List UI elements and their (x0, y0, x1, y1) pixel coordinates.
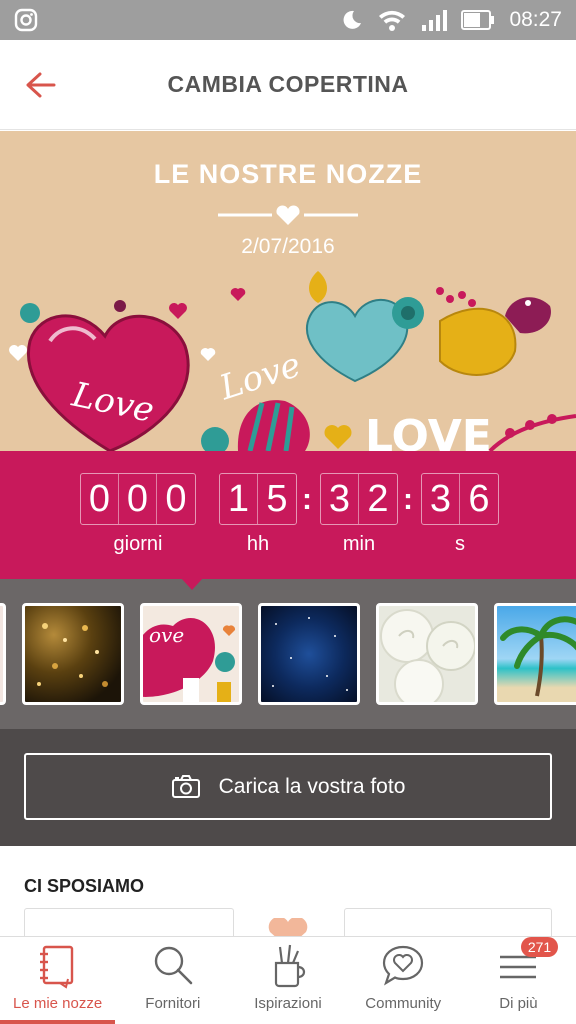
countdown-days: 0 0 0 (80, 473, 196, 525)
days-digit: 0 (119, 474, 157, 524)
section-title: CI SPOSIAMO (24, 876, 145, 896)
bokeh-dots (37, 623, 108, 687)
countdown-seconds: 3 6 (421, 473, 499, 525)
battery-icon (461, 9, 495, 31)
thumbnail-golden-bokeh[interactable] (22, 603, 124, 705)
art-love-2: Love (214, 345, 306, 409)
days-digit: 0 (165, 478, 187, 520)
nav-di-piu[interactable]: 271 Di più (461, 937, 576, 1024)
minutes-digit: 3 (321, 474, 359, 524)
countdown-hours: 1 5 (219, 473, 297, 525)
thumbnail-partial[interactable] (0, 603, 6, 705)
upload-photo-label: Carica la vostra foto (218, 774, 406, 798)
screen: 08:27 CAMBIA COPERTINA LE NOSTRE NOZZE 2… (0, 0, 576, 1024)
chat-heart-icon (383, 945, 424, 986)
thumbnail-starry-sky[interactable] (258, 603, 360, 705)
countdown-minutes: 3 2 (320, 473, 398, 525)
cover-thumbnail-strip[interactable]: ove (0, 579, 576, 729)
notification-badge: 271 (520, 937, 559, 957)
days-digit: 0 (81, 474, 119, 524)
nav-fornitori[interactable]: Fornitori (115, 937, 230, 1024)
seconds-digit: 3 (422, 474, 460, 524)
bottom-navigation: Le mie nozze Fornitori Ispirazioni Commu… (0, 936, 576, 1024)
thumbnail-white-roses[interactable] (376, 603, 478, 705)
seconds-label: s (455, 533, 465, 555)
palm-tree (500, 616, 576, 697)
seconds-digit: 6 (468, 478, 490, 520)
arrow-left-icon (26, 72, 56, 97)
hours-digit: 5 (266, 478, 288, 520)
cover-preview: LE NOSTRE NOZZE 2/07/2016 Love Love LOVE (0, 131, 576, 451)
love-doodle-illustration: Love Love LOVE (9, 271, 576, 451)
nav-label: Fornitori (145, 995, 201, 1012)
stars (272, 617, 348, 691)
upload-photo-button[interactable]: Carica la vostra foto (24, 753, 552, 820)
heart-divider-icon (218, 205, 358, 225)
hours-digit: 1 (220, 474, 258, 524)
nav-le-mie-nozze[interactable]: Le mie nozze (0, 937, 116, 1024)
ci-sposiamo-section: CI SPOSIAMO (0, 846, 576, 948)
back-button[interactable] (0, 40, 80, 130)
instagram-icon (14, 8, 38, 32)
brush-cup-icon (274, 944, 306, 988)
thumbnail-tropical-beach[interactable] (494, 603, 576, 705)
camera-icon (171, 774, 200, 798)
nav-label: Ispirazioni (254, 995, 322, 1012)
thumbnail-love-doodles[interactable]: ove (140, 603, 242, 705)
wifi-icon (377, 8, 407, 32)
selected-pointer (181, 579, 203, 590)
search-icon (154, 946, 193, 985)
moon-icon (339, 8, 363, 32)
minutes-label: min (342, 533, 376, 555)
upload-area: Carica la vostra foto (0, 729, 576, 846)
cover-divider (0, 203, 576, 227)
art-love-3: LOVE (365, 411, 492, 451)
notebook-icon (39, 945, 73, 989)
nav-ispirazioni[interactable]: Ispirazioni (230, 937, 345, 1024)
roses (380, 609, 475, 702)
countdown-separator: : (403, 483, 413, 516)
love-doodle-thumb: ove (143, 618, 236, 702)
days-label: giorni (113, 533, 163, 555)
nav-label: Di più (499, 995, 538, 1012)
nav-label: Le mie nozze (12, 995, 103, 1012)
countdown: 0 0 0 1 5 : 3 2 : 3 6 giorni hh min s (0, 451, 576, 579)
status-bar: 08:27 (0, 0, 576, 40)
minutes-digit: 2 (367, 478, 389, 520)
app-bar: CAMBIA COPERTINA (0, 40, 576, 130)
page-title: CAMBIA COPERTINA (167, 71, 409, 97)
hours-label: hh (246, 533, 270, 555)
countdown-separator: : (302, 483, 312, 516)
signal-icon (421, 8, 448, 32)
status-time: 08:27 (509, 8, 562, 31)
thumb-art-text: ove (149, 623, 184, 647)
cover-title: LE NOSTRE NOZZE (153, 159, 423, 189)
nav-community[interactable]: Community (346, 937, 461, 1024)
nav-label: Community (365, 995, 442, 1012)
